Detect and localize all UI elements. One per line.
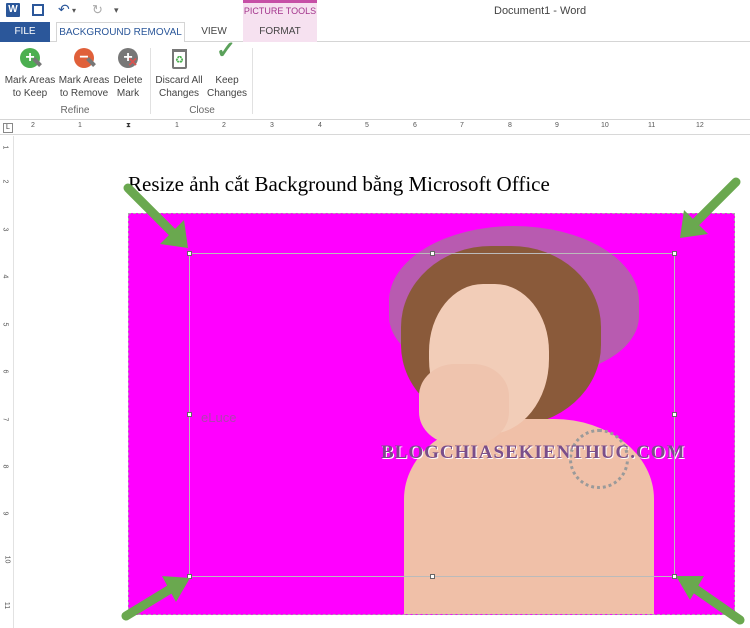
undo-icon[interactable]: ↶ [58, 1, 70, 18]
resize-handle-top[interactable] [430, 251, 435, 256]
mark-keep-label-2: to Keep [12, 88, 48, 99]
arrow-bottom-right-icon [676, 576, 745, 625]
vruler-tick: 6 [1, 369, 9, 374]
mark-keep-label-1: Mark Areas [4, 75, 56, 86]
discard-label-2: Changes [158, 88, 200, 99]
resize-handle-bottom[interactable] [430, 574, 435, 579]
tab-format[interactable]: FORMAT [243, 22, 317, 42]
save-icon[interactable] [32, 4, 44, 16]
picture-tools-label: PICTURE TOOLS [243, 6, 317, 16]
document-title: Document1 - Word [494, 5, 587, 17]
ruler-tick: 12 [696, 122, 704, 129]
ruler-tick: 2 [222, 122, 226, 129]
ribbon-tabs: FILE BACKGROUND REMOVAL VIEW FORMAT [0, 22, 750, 43]
arrow-bottom-left-icon [121, 576, 190, 621]
checkmark-icon: ✓ [216, 37, 237, 64]
delete-mark-icon: + × [116, 46, 140, 72]
vruler-tick: 2 [1, 179, 9, 184]
discard-label-1: Discard All [155, 75, 203, 86]
resize-handle-right[interactable] [672, 412, 677, 417]
delete-mark-button[interactable]: + × Delete Mark [111, 46, 145, 100]
recycle-bin-icon: ♻ [167, 46, 191, 72]
ruler-tick: 6 [413, 122, 417, 129]
ruler-tick: 11 [648, 122, 656, 129]
ruler-tick: 2 [31, 122, 35, 129]
delete-mark-label-1: Delete [113, 75, 143, 86]
tab-file[interactable]: FILE [0, 22, 50, 42]
mark-remove-label-1: Mark Areas [58, 75, 110, 86]
ruler-tick: 4 [318, 122, 322, 129]
vruler-tick: 8 [1, 464, 9, 469]
customize-quick-access-icon[interactable]: ▾ [114, 5, 119, 16]
vruler-tick: 7 [1, 417, 9, 422]
discard-all-changes-button[interactable]: ♻ Discard All Changes [154, 46, 204, 100]
vruler-tick: 11 [3, 601, 11, 610]
vertical-ruler[interactable]: 1 2 3 4 5 6 7 8 9 10 11 [0, 136, 14, 628]
group-label-refine: Refine [60, 105, 90, 116]
ruler-tick: 9 [555, 122, 559, 129]
indent-marker[interactable]: ⧗ [126, 122, 131, 130]
mark-remove-icon: − [72, 46, 96, 72]
vruler-tick: 10 [3, 555, 11, 564]
ruler-tick: 8 [508, 122, 512, 129]
group-label-close: Close [189, 105, 215, 116]
ruler-tick: 1 [175, 122, 179, 129]
delete-mark-label-2: Mark [116, 88, 140, 99]
tab-background-removal[interactable]: BACKGROUND REMOVAL [56, 22, 185, 43]
mark-keep-icon: + [18, 46, 42, 72]
vruler-tick: 9 [1, 511, 9, 516]
vruler-tick: 4 [1, 274, 9, 279]
ruler-tick: 5 [365, 122, 369, 129]
resize-handle-left[interactable] [187, 412, 192, 417]
word-app-icon[interactable]: W [6, 3, 20, 17]
picture-tools-group: PICTURE TOOLS [243, 0, 317, 22]
ribbon: + Mark Areas to Keep − Mark Areas to Rem… [0, 37, 750, 120]
ribbon-group-separator [252, 48, 253, 114]
keep-changes-button[interactable]: ✓ Keep Changes [205, 37, 249, 100]
arrow-top-left-icon [123, 183, 188, 248]
title-bar: W ↶ ▾ ↻ ▾ PICTURE TOOLS Document1 - Word [0, 0, 750, 22]
undo-dropdown-icon[interactable]: ▾ [72, 6, 76, 15]
vruler-tick: 1 [1, 145, 9, 150]
mark-areas-to-keep-button[interactable]: + Mark Areas to Keep [4, 46, 56, 100]
keep-changes-label-2: Changes [206, 88, 248, 99]
ruler-tick: 1 [78, 122, 82, 129]
ruler-tick: 7 [460, 122, 464, 129]
ruler-tick: 3 [270, 122, 274, 129]
tab-selector[interactable]: L [3, 123, 13, 133]
mark-areas-to-remove-button[interactable]: − Mark Areas to Remove [58, 46, 110, 100]
keep-region-marquee[interactable] [187, 251, 677, 579]
arrow-top-right-icon [680, 177, 741, 238]
vruler-tick: 5 [1, 322, 9, 327]
mark-remove-label-2: to Remove [59, 88, 109, 99]
ribbon-group-separator [150, 48, 151, 114]
ruler-tick: 10 [601, 122, 609, 129]
horizontal-ruler[interactable]: L 2 1 ⧗ 1 2 3 4 5 6 7 8 9 10 11 12 [0, 121, 750, 135]
redo-icon[interactable]: ↻ [92, 2, 103, 18]
keep-changes-label-1: Keep [215, 75, 239, 86]
vruler-tick: 3 [1, 227, 9, 232]
